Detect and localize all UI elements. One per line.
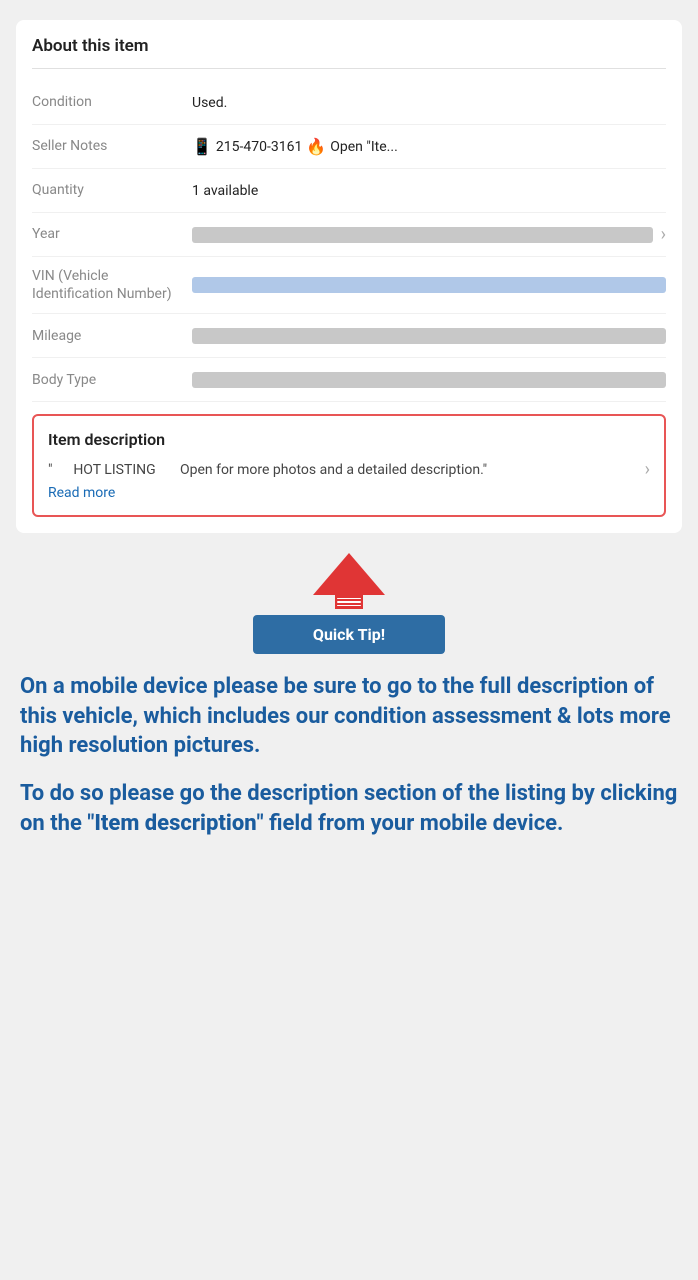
year-chevron-icon: › bbox=[661, 224, 666, 245]
arrow-line-1 bbox=[337, 598, 361, 599]
quantity-label: Quantity bbox=[32, 181, 192, 199]
condition-value: Used. bbox=[192, 95, 666, 111]
description-content: " HOT LISTING Open for more photos and a… bbox=[48, 459, 650, 501]
body-type-label: Body Type bbox=[32, 371, 192, 389]
arrow-line-2 bbox=[337, 601, 361, 602]
phone-icon: 📱 bbox=[192, 137, 212, 156]
condition-label: Condition bbox=[32, 93, 192, 111]
card-title: About this item bbox=[32, 36, 666, 56]
vin-row: VIN (Vehicle Identification Number) bbox=[32, 257, 666, 314]
vin-value bbox=[192, 277, 666, 293]
fire-icon: 🔥 bbox=[306, 137, 326, 156]
read-more-link[interactable]: Read more bbox=[48, 485, 637, 501]
mileage-row: Mileage bbox=[32, 314, 666, 358]
seller-notes-extra: Open "Ite... bbox=[330, 139, 398, 155]
seller-notes-value: 📱 215-470-3161 🔥 Open "Ite... bbox=[192, 137, 398, 156]
arrow-lines bbox=[335, 595, 363, 609]
year-label: Year bbox=[32, 225, 192, 243]
year-value bbox=[192, 227, 653, 243]
quantity-value: 1 available bbox=[192, 183, 666, 199]
mileage-value bbox=[192, 328, 666, 344]
description-chevron-icon: › bbox=[645, 459, 650, 480]
tip-text-secondary: To do so please go the description secti… bbox=[16, 779, 682, 838]
divider bbox=[32, 68, 666, 69]
tip-section: Quick Tip! bbox=[16, 553, 682, 654]
arrow-up-icon bbox=[313, 553, 385, 595]
seller-notes-row: Seller Notes 📱 215-470-3161 🔥 Open "Ite.… bbox=[32, 125, 666, 169]
seller-notes-label: Seller Notes bbox=[32, 137, 192, 155]
tip-text-main: On a mobile device please be sure to go … bbox=[16, 672, 682, 761]
description-text: " HOT LISTING Open for more photos and a… bbox=[48, 462, 487, 478]
quantity-row: Quantity 1 available bbox=[32, 169, 666, 213]
arrow-line-3 bbox=[337, 605, 361, 606]
description-title: Item description bbox=[48, 430, 650, 449]
vin-label: VIN (Vehicle Identification Number) bbox=[32, 267, 192, 303]
quick-tip-banner: Quick Tip! bbox=[253, 615, 445, 654]
about-item-card: About this item Condition Used. Seller N… bbox=[16, 20, 682, 533]
condition-row: Condition Used. bbox=[32, 81, 666, 125]
year-row[interactable]: Year › bbox=[32, 213, 666, 257]
item-description-box[interactable]: Item description " HOT LISTING Open for … bbox=[32, 414, 666, 517]
phone-number: 215-470-3161 bbox=[216, 139, 302, 155]
item-description-bold: Item description bbox=[94, 811, 256, 836]
body-type-value bbox=[192, 372, 666, 388]
body-type-row: Body Type bbox=[32, 358, 666, 402]
mileage-label: Mileage bbox=[32, 327, 192, 345]
